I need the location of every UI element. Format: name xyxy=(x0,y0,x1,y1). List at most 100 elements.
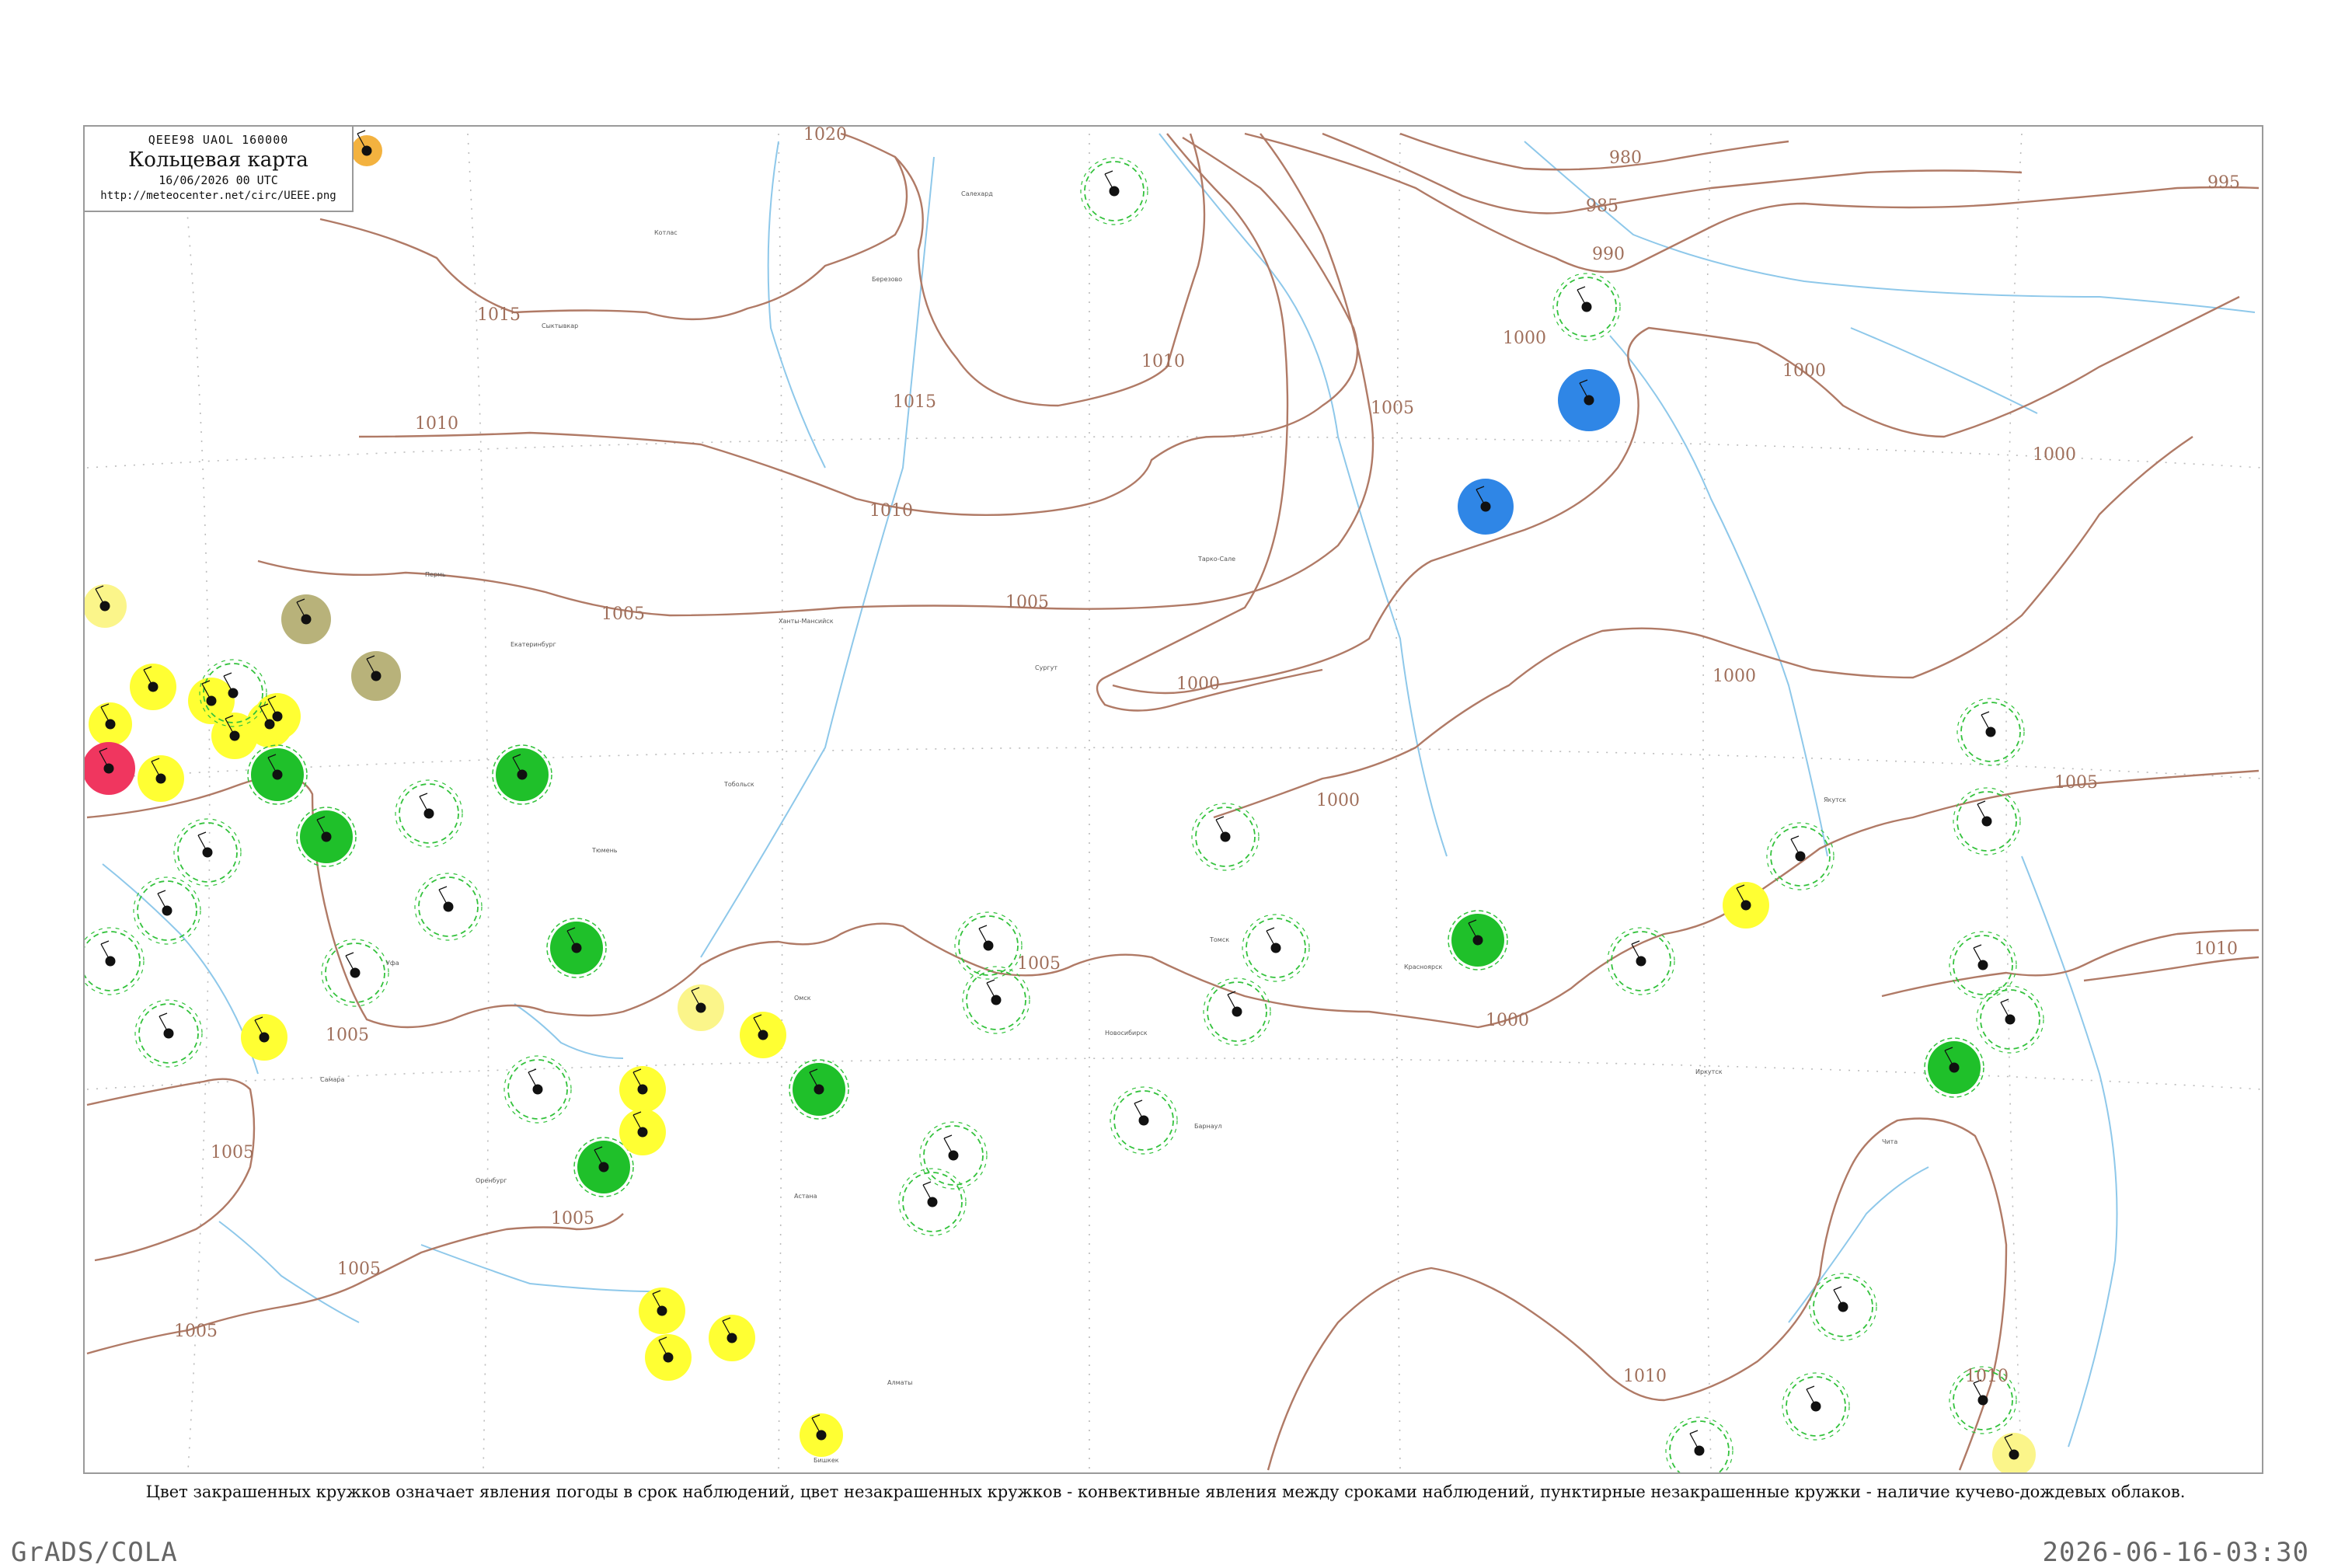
isobar-label: 1010 xyxy=(1623,1367,1667,1386)
wind-barb xyxy=(1977,803,1988,822)
isobar-label: 1020 xyxy=(803,127,847,145)
wind-barb-feather xyxy=(1790,835,1800,840)
station-name: Якутск xyxy=(1824,796,1846,803)
wind-barb-feather xyxy=(986,979,995,984)
wind-barb xyxy=(159,1016,169,1034)
wind-barb xyxy=(922,1184,933,1203)
wind-barb-feather xyxy=(1104,170,1113,175)
wind-barb-feather xyxy=(345,952,354,956)
station-name: Бишкек xyxy=(814,1457,839,1464)
wind-barb xyxy=(1227,994,1238,1012)
station-name: Ханты-Мансийск xyxy=(779,618,834,625)
isobar-label: 985 xyxy=(1586,197,1618,216)
station-name: Красноярск xyxy=(1404,963,1442,970)
station-name: Омск xyxy=(794,995,811,1002)
map-title: Кольцевая карта xyxy=(128,148,308,172)
graticule xyxy=(86,133,2262,1471)
wind-barb xyxy=(1833,1289,1844,1308)
station-name: Барнаул xyxy=(1194,1123,1221,1130)
isobar-label: 1005 xyxy=(601,605,645,624)
isobar-label: 1005 xyxy=(2054,773,2098,793)
rivers xyxy=(102,133,2256,1448)
station-names: ПетрозаводскКотласСыктывкарБерезовоСалех… xyxy=(301,176,1897,1464)
isobar-label: 1010 xyxy=(869,501,913,521)
wind-barb xyxy=(1631,943,1642,962)
wind-barb xyxy=(943,1138,954,1156)
station-name: Самара xyxy=(320,1076,345,1083)
wind-barb-feather xyxy=(1806,1385,1815,1390)
isobar-label: 1000 xyxy=(1782,361,1826,381)
station-name: Тюмень xyxy=(591,847,618,854)
station-name: Чита xyxy=(1882,1138,1897,1145)
wind-barb xyxy=(986,982,997,1001)
isobar-label: 1000 xyxy=(2033,445,2076,465)
isobar-label: 995 xyxy=(2207,173,2240,193)
wind-barb-feather xyxy=(100,940,110,945)
wind-barb xyxy=(419,796,430,814)
wind-barb xyxy=(1577,289,1587,308)
station-name: Уфа xyxy=(386,960,399,967)
wind-barb xyxy=(528,1071,538,1090)
wind-barb-feather xyxy=(528,1068,537,1073)
wind-barb xyxy=(438,889,449,908)
isobar-label: 1005 xyxy=(326,1026,369,1045)
wind-barb-feather xyxy=(197,831,207,836)
station-name: Пермь xyxy=(425,571,446,578)
wind-barb-feather xyxy=(419,793,428,797)
source-url: http://meteocenter.net/circ/UEEE.png xyxy=(100,190,336,202)
isobar-label: 1015 xyxy=(477,305,521,325)
wind-barb xyxy=(1689,1433,1700,1451)
wind-barb-feather xyxy=(1689,1430,1699,1434)
isobar-label: 1000 xyxy=(1503,329,1546,348)
isobar-label: 1005 xyxy=(551,1209,594,1228)
wind-barb-feather xyxy=(943,1134,953,1139)
station-name: Салехард xyxy=(961,190,993,197)
isobar-label: 1005 xyxy=(1017,954,1061,974)
wind-barb xyxy=(1266,930,1277,949)
wind-barb xyxy=(197,835,208,853)
station-name: Новосибирск xyxy=(1105,1030,1148,1037)
isobar-label: 1010 xyxy=(1141,352,1185,371)
station-name: Екатеринбург xyxy=(510,641,556,648)
isobar-label: 1005 xyxy=(1005,593,1049,612)
isobars xyxy=(86,132,2260,1471)
wind-barb xyxy=(1981,714,1991,733)
station-points xyxy=(95,130,2019,1460)
footer-timestamp: 2026-06-16-03:30 xyxy=(2042,1537,2309,1568)
station-name: Сыктывкар xyxy=(542,322,578,329)
wind-barb-feather xyxy=(159,1012,168,1017)
isobar-label: 990 xyxy=(1592,245,1625,264)
wind-barb-feather xyxy=(1973,944,1982,949)
wind-barb-feather xyxy=(1577,286,1586,291)
station-name: Котлас xyxy=(654,229,678,236)
station-name: Оренбург xyxy=(476,1177,507,1184)
wind-barb xyxy=(157,893,168,911)
isobar-labels: 1020 1015 1015 1010 1010 1010 1005 1005 1005 1005… xyxy=(174,127,2240,1386)
station-name: Тобольск xyxy=(723,781,754,788)
wind-barb xyxy=(345,955,356,974)
isobar-label: 1005 xyxy=(211,1143,254,1162)
station-name: Томск xyxy=(1209,936,1229,943)
wind-barb-feather xyxy=(223,672,232,677)
wind-barb-feather xyxy=(1833,1286,1842,1291)
map-frame: ПетрозаводскКотласСыктывкарБерезовоСалех… xyxy=(83,125,2263,1474)
isobar-label: 980 xyxy=(1609,148,1642,168)
title-box: QEEE98 UAOL 160000 Кольцевая карта 16/06… xyxy=(83,125,354,212)
wind-barb xyxy=(1806,1389,1817,1407)
wind-barb-feather xyxy=(1266,927,1275,932)
wind-barb xyxy=(1134,1103,1145,1121)
wind-barb xyxy=(1104,173,1115,192)
isobar-label: 1000 xyxy=(1486,1011,1529,1030)
station-name: Алматы xyxy=(887,1379,913,1386)
footer-software-label: GrADS/COLA xyxy=(11,1537,178,1568)
wind-barb xyxy=(1973,947,1984,966)
isobar-label: 1000 xyxy=(1176,674,1220,694)
wind-barb-feather xyxy=(357,130,366,134)
isobar-label: 1015 xyxy=(893,392,936,412)
wind-barb-feather xyxy=(2000,998,2009,1003)
station-name: Тарко-Сале xyxy=(1197,556,1235,563)
isobar-label: 1000 xyxy=(1713,667,1756,686)
wind-barb xyxy=(1790,838,1801,857)
wind-barb-feather xyxy=(922,1181,932,1186)
station-name: Иркутск xyxy=(1695,1068,1723,1075)
